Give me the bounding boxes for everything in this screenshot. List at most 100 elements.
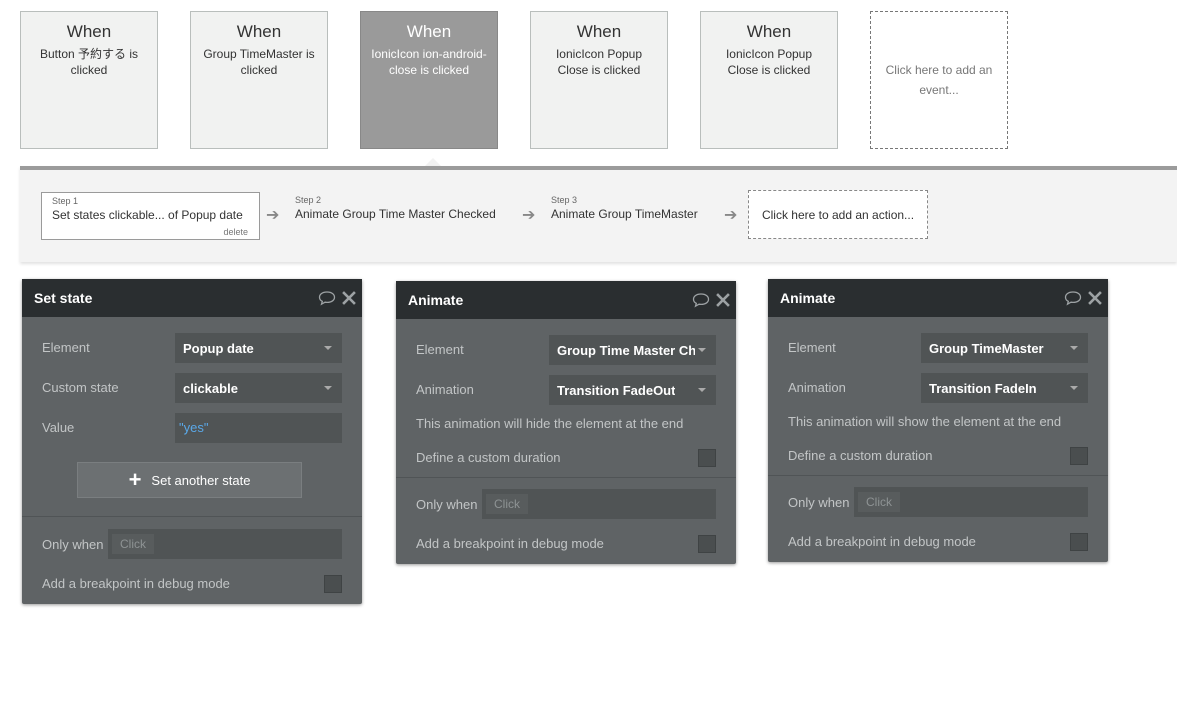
event-when-label: When	[66, 22, 112, 41]
step-title: Set states clickable... of Popup date	[52, 208, 243, 222]
breakpoint-row: Add a breakpoint in debug mode	[42, 575, 342, 595]
event-description: Group TimeMaster is clicked	[203, 47, 315, 77]
custom-duration-label: Define a custom duration	[788, 448, 933, 463]
animation-dropdown-value: Transition FadeIn	[929, 381, 1037, 396]
panel-divider	[396, 477, 736, 478]
only-when-label: Only when	[42, 537, 104, 552]
comment-icon[interactable]	[1064, 290, 1082, 306]
close-icon[interactable]	[342, 291, 356, 305]
element-dropdown-value: Popup date	[183, 341, 254, 356]
breakpoint-row: Add a breakpoint in debug mode	[788, 533, 1088, 553]
panel-header: Animate	[768, 279, 1108, 317]
animation-note: This animation will hide the element at …	[416, 416, 684, 431]
event-card-ionicicon-close[interactable]: When IonicIcon ion-android-close is clic…	[360, 11, 498, 149]
step-number: Step 2	[295, 195, 322, 205]
element-dropdown[interactable]: Group TimeMaster	[921, 333, 1088, 363]
custom-duration-checkbox[interactable]	[698, 449, 716, 467]
breakpoint-row: Add a breakpoint in debug mode	[416, 535, 716, 555]
panel-header-icons	[692, 292, 730, 308]
element-label: Element	[416, 342, 464, 357]
comment-icon[interactable]	[318, 290, 336, 306]
chevron-down-icon	[1070, 346, 1078, 350]
arrow-right-icon: ➔	[266, 207, 280, 224]
element-row: Element Popup date	[42, 333, 342, 363]
custom-state-dropdown-value: clickable	[183, 381, 238, 396]
only-when-input[interactable]: Click	[108, 529, 342, 559]
step-3[interactable]: Step 3 Animate Group TimeMaster	[551, 195, 698, 222]
step-title: Animate Group TimeMaster	[551, 207, 698, 221]
custom-state-dropdown[interactable]: clickable	[175, 373, 342, 403]
workflow-steps-bar: Step 1 Set states clickable... of Popup …	[20, 166, 1177, 262]
panel-title: Animate	[780, 290, 836, 306]
breakpoint-checkbox[interactable]	[698, 535, 716, 553]
custom-duration-label: Define a custom duration	[416, 450, 561, 465]
plus-icon: +	[128, 467, 142, 492]
custom-duration-row: Define a custom duration	[416, 449, 716, 469]
breakpoint-checkbox[interactable]	[324, 575, 342, 593]
event-when-label: When	[746, 22, 792, 41]
panel-title: Set state	[34, 290, 93, 306]
animation-dropdown[interactable]: Transition FadeIn	[921, 373, 1088, 403]
only-when-input[interactable]: Click	[482, 489, 716, 519]
only-when-input[interactable]: Click	[854, 487, 1088, 517]
element-dropdown[interactable]: Group Time Master Ch...	[549, 335, 716, 365]
breakpoint-label: Add a breakpoint in debug mode	[42, 576, 230, 591]
value-input[interactable]: "yes"	[175, 413, 342, 443]
arrow-right-icon: ➔	[522, 207, 536, 224]
animation-note: This animation will show the element at …	[788, 414, 1062, 429]
add-action-label: Click here to add an action...	[761, 207, 915, 222]
add-action-button[interactable]: Click here to add an action...	[748, 190, 928, 239]
event-card-popup-close-1[interactable]: When IonicIcon Popup Close is clicked	[530, 11, 668, 149]
only-when-label: Only when	[416, 497, 478, 512]
custom-state-label: Custom state	[42, 380, 119, 395]
step-number: Step 3	[551, 195, 578, 205]
panel-divider	[22, 516, 362, 517]
panel-header-icons	[1064, 290, 1102, 306]
step-1[interactable]: Step 1 Set states clickable... of Popup …	[41, 192, 260, 240]
event-card-group-timemaster[interactable]: When Group TimeMaster is clicked	[190, 11, 328, 149]
element-label: Element	[42, 340, 90, 355]
animation-dropdown-value: Transition FadeOut	[557, 383, 676, 398]
panel-header: Animate	[396, 281, 736, 319]
element-dropdown-value: Group Time Master Ch...	[557, 343, 695, 358]
event-description: Button 予約する is clicked	[39, 47, 139, 77]
event-description: IonicIcon Popup Close is clicked	[555, 47, 643, 77]
element-dropdown[interactable]: Popup date	[175, 333, 342, 363]
event-when-label: When	[576, 22, 622, 41]
custom-duration-row: Define a custom duration	[788, 447, 1088, 467]
panel-header-icons	[318, 290, 356, 306]
custom-duration-checkbox[interactable]	[1070, 447, 1088, 465]
add-event-button[interactable]: Click here to add an event...	[870, 11, 1008, 149]
step-2[interactable]: Step 2 Animate Group Time Master Checked	[295, 195, 496, 222]
chevron-down-icon	[1070, 386, 1078, 390]
animation-label: Animation	[416, 382, 474, 397]
event-card-popup-close-2[interactable]: When IonicIcon Popup Close is clicked	[700, 11, 838, 149]
event-card-button-reserve[interactable]: When Button 予約する is clicked	[20, 11, 158, 149]
animation-dropdown[interactable]: Transition FadeOut	[549, 375, 716, 405]
animation-row: Animation Transition FadeOut	[416, 375, 716, 405]
only-when-label: Only when	[788, 495, 850, 510]
only-when-row: Only when Click	[788, 487, 1088, 517]
element-row: Element Group TimeMaster	[788, 333, 1088, 363]
breakpoint-label: Add a breakpoint in debug mode	[416, 536, 604, 551]
element-dropdown-value: Group TimeMaster	[929, 341, 1044, 356]
element-label: Element	[788, 340, 836, 355]
step-title: Animate Group Time Master Checked	[295, 207, 496, 221]
close-icon[interactable]	[1088, 291, 1102, 305]
value-row: Value "yes"	[42, 413, 342, 443]
close-icon[interactable]	[716, 293, 730, 307]
only-when-row: Only when Click	[416, 489, 716, 519]
event-description: IonicIcon Popup Close is clicked	[725, 47, 813, 77]
panel-title: Animate	[408, 292, 464, 308]
value-label: Value	[42, 420, 75, 435]
animation-row: Animation Transition FadeIn	[788, 373, 1088, 403]
set-state-panel: Set state Element Popup date Custom stat…	[22, 279, 362, 604]
event-description: IonicIcon ion-android-close is clicked	[371, 47, 487, 77]
breakpoint-checkbox[interactable]	[1070, 533, 1088, 551]
only-when-placeholder: Click	[486, 494, 528, 514]
chevron-down-icon	[698, 388, 706, 392]
comment-icon[interactable]	[692, 292, 710, 308]
panel-header: Set state	[22, 279, 362, 317]
step-delete-link[interactable]: delete	[223, 227, 248, 237]
set-another-state-button[interactable]: + Set another state	[77, 462, 302, 498]
